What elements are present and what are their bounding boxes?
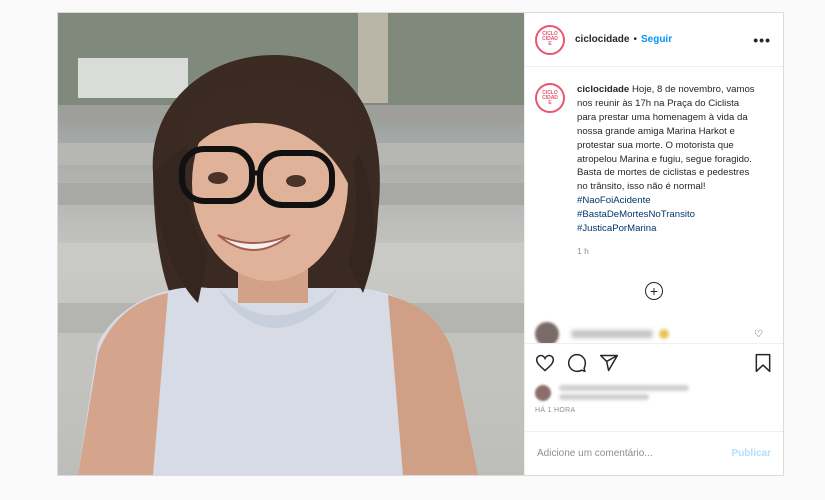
hashtag-link[interactable]: #BastaDeMortesNoTransito [577,208,757,222]
comment-bubble-icon[interactable] [567,353,587,373]
caption-area: CICLO CIDADE ciclocidade Hoje, 8 de nove… [525,67,783,343]
hashtag-link[interactable]: #NaoFoiAcidente [577,195,651,206]
post-actions: HÁ 1 HORA [525,343,783,431]
commenter-avatar[interactable] [535,322,559,343]
post-side-panel: CICLO CIDADE ciclocidade • Seguir ••• CI… [524,13,783,475]
comment-input[interactable]: Adicione um comentário... [537,448,732,459]
share-send-icon[interactable] [599,353,619,373]
caption-avatar[interactable]: CICLO CIDADE [535,83,565,113]
bookmark-icon[interactable] [753,353,773,373]
blurred-emoji [659,329,669,339]
liker-avatar [535,384,551,401]
posted-time: HÁ 1 HORA [535,407,576,414]
header-username[interactable]: ciclocidade [575,34,629,45]
like-heart-icon[interactable] [535,353,555,373]
follow-button[interactable]: Seguir [641,34,672,45]
caption-username[interactable]: ciclocidade [577,84,629,95]
blurred-comment-text [571,330,653,338]
comment-like-icon[interactable]: ♡ [754,329,763,340]
portrait-image [58,13,524,475]
post-header: CICLO CIDADE ciclocidade • Seguir ••• [525,13,783,67]
likes-summary [535,382,773,403]
caption-timestamp: 1 h [577,245,589,256]
instagram-post: CICLO CIDADE ciclocidade • Seguir ••• CI… [57,12,784,476]
separator-dot: • [633,34,637,45]
caption-avatar-logo-text: CICLO CIDADE [542,89,558,106]
post-photo[interactable] [58,13,524,475]
comment-row: ♡ [535,322,763,343]
caption-body: Hoje, 8 de novembro, vamos nos reunir às… [577,84,755,193]
caption-text: ciclocidade Hoje, 8 de novembro, vamos n… [577,83,757,236]
action-icons [535,350,773,376]
blurred-likes-text [559,382,689,403]
publish-button[interactable]: Publicar [732,448,771,459]
add-comment-bar: Adicione um comentário... Publicar [525,431,783,475]
caption-row: CICLO CIDADE ciclocidade Hoje, 8 de nove… [535,83,771,236]
load-more-comments-icon[interactable]: + [645,282,663,300]
avatar[interactable]: CICLO CIDADE [535,24,565,55]
more-options-icon[interactable]: ••• [753,32,771,48]
hashtag-link[interactable]: #JusticaPorMarina [577,222,757,236]
avatar-logo-text: CICLO CIDADE [542,31,558,47]
